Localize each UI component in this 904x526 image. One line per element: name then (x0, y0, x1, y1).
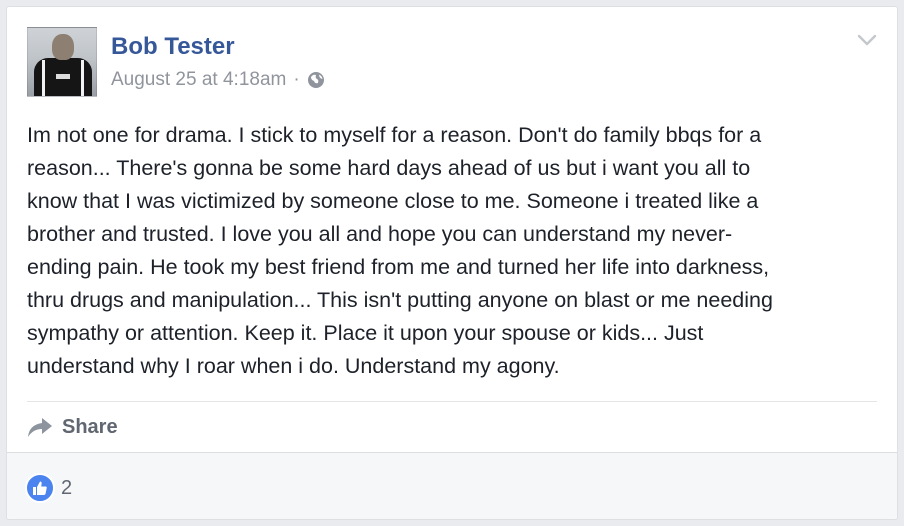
share-label: Share (62, 415, 118, 438)
post-text: Im not one for drama. I stick to myself … (27, 123, 773, 378)
post-timestamp[interactable]: August 25 at 4:18am (111, 69, 286, 91)
avatar-stripe-right (81, 60, 84, 96)
avatar-shirt-logo (56, 74, 70, 79)
post-meta: August 25 at 4:18am · (111, 69, 325, 91)
reactions-bar: 2 (7, 452, 897, 519)
like-count[interactable]: 2 (61, 477, 72, 500)
divider (27, 401, 877, 402)
share-arrow-icon (28, 418, 52, 437)
post-card: Bob Tester August 25 at 4:18am · Im not … (6, 6, 898, 520)
avatar[interactable] (27, 27, 97, 97)
share-button[interactable]: Share (27, 413, 118, 441)
globe-icon[interactable] (307, 71, 325, 89)
reaction-summary[interactable]: 2 (25, 473, 72, 503)
like-icon[interactable] (25, 473, 55, 503)
chevron-down-icon[interactable] (857, 33, 877, 47)
avatar-head-shape (52, 34, 74, 60)
author-name[interactable]: Bob Tester (111, 33, 235, 61)
avatar-stripe-left (42, 60, 45, 96)
meta-separator: · (293, 69, 300, 90)
